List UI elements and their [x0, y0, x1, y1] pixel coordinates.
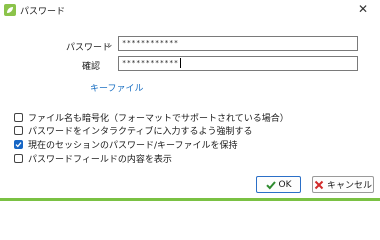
password-value: ************ [122, 39, 179, 47]
confirm-password-input[interactable]: ************ [118, 56, 358, 71]
checkbox[interactable] [14, 125, 23, 135]
option-label: パスワードをインタラクティブに入力するよう強制する [28, 126, 253, 137]
title-bar: パスワード ✕ [0, 0, 380, 20]
cancel-label: キャンセル [326, 181, 372, 191]
confirm-label: 確認 [82, 62, 101, 72]
option-label: ファイル名も暗号化（フォーマットでサポートされている場合） [28, 113, 289, 124]
checkbox-checked[interactable] [14, 139, 23, 149]
confirm-value: ************ [122, 59, 179, 67]
close-icon[interactable]: ✕ [358, 2, 368, 16]
x-icon [314, 180, 324, 189]
option-label: 現在のセッションのパスワード/キーファイルを保持 [28, 140, 238, 151]
check-icon [15, 141, 22, 147]
accent-bar [0, 198, 380, 201]
keyfile-link[interactable]: キーファイル [90, 81, 143, 94]
password-label: パスワード [66, 43, 112, 53]
window-title: パスワード [20, 7, 66, 17]
option-encrypt-filenames[interactable]: ファイル名も暗号化（フォーマットでサポートされている場合） [14, 111, 289, 124]
option-force-interactive-password[interactable]: パスワードをインタラクティブに入力するよう強制する [14, 124, 253, 137]
ok-button[interactable]: OK [256, 176, 301, 193]
option-label: パスワードフィールドの内容を表示 [28, 154, 172, 165]
chevron-down-icon[interactable]: ⌄ [106, 40, 114, 50]
checkbox[interactable] [14, 112, 23, 122]
ok-label: OK [278, 179, 292, 190]
checkbox[interactable] [14, 153, 23, 163]
password-input[interactable]: ************ [118, 36, 358, 51]
option-show-password-contents[interactable]: パスワードフィールドの内容を表示 [14, 152, 172, 165]
cancel-button[interactable]: キャンセル [312, 176, 374, 193]
check-icon [265, 180, 276, 189]
leaf-icon [4, 4, 16, 16]
option-keep-session-password[interactable]: 現在のセッションのパスワード/キーファイルを保持 [14, 138, 238, 151]
text-caret [179, 58, 181, 68]
